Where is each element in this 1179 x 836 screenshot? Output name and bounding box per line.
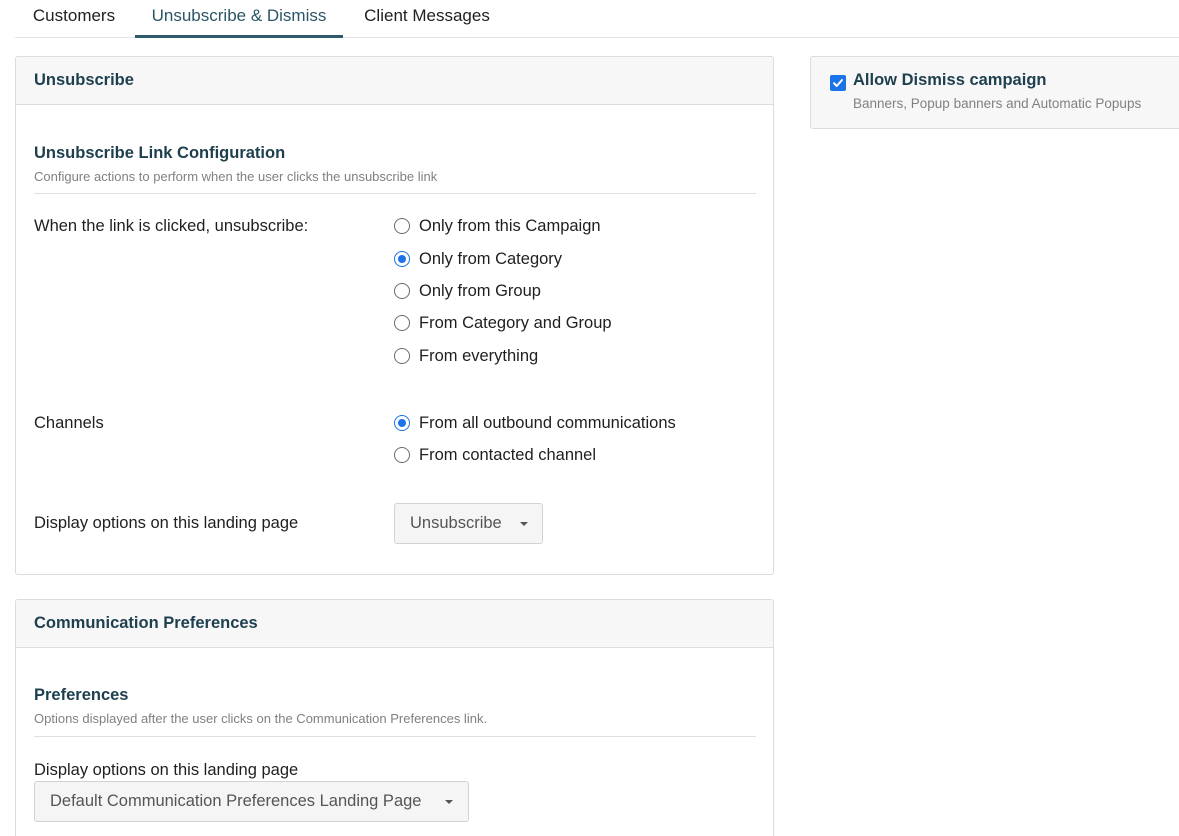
radio-label: From everything [419, 346, 539, 365]
radio-only-group[interactable]: Only from Group [394, 280, 541, 302]
tab-bar: Customers Unsubscribe & Dismiss Client M… [15, 0, 1179, 38]
link-clicked-label: When the link is clicked, unsubscribe: [34, 217, 309, 235]
radio-label: From all outbound communications [419, 413, 676, 432]
dropdown-value: Unsubscribe [410, 514, 502, 532]
radio-category-and-group[interactable]: From Category and Group [394, 312, 612, 334]
allow-dismiss-title: Allow Dismiss campaign [853, 71, 1047, 89]
communication-preferences-panel: Communication Preferences Preferences Op… [15, 599, 774, 836]
allow-dismiss-subtitle: Banners, Popup banners and Automatic Pop… [853, 96, 1142, 111]
section-divider [34, 193, 756, 194]
radio-button[interactable] [394, 218, 410, 234]
unsubscribe-display-dropdown[interactable]: Unsubscribe [394, 503, 543, 544]
unsubscribe-panel: Unsubscribe Unsubscribe Link Configurati… [15, 56, 774, 575]
allow-dismiss-checkbox[interactable] [830, 75, 846, 91]
channels-label: Channels [34, 414, 104, 432]
display-options-label: Display options on this landing page [34, 514, 299, 532]
radio-button[interactable] [394, 315, 410, 331]
tab-unsubscribe-dismiss[interactable]: Unsubscribe & Dismiss [135, 0, 343, 38]
checkmark-icon [833, 79, 843, 87]
dropdown-value: Default Communication Preferences Landin… [50, 792, 422, 810]
preferences-display-dropdown[interactable]: Default Communication Preferences Landin… [34, 781, 469, 822]
radio-button[interactable] [394, 348, 410, 364]
radio-label: Only from Group [419, 281, 541, 300]
radio-button-selected[interactable] [394, 415, 410, 431]
radio-button-selected[interactable] [394, 251, 410, 267]
chevron-down-icon [445, 800, 453, 804]
radio-label: Only from Category [419, 249, 563, 268]
radio-only-campaign[interactable]: Only from this Campaign [394, 215, 601, 237]
radio-button[interactable] [394, 447, 410, 463]
unsubscribe-link-config-title: Unsubscribe Link Configuration [34, 144, 286, 162]
unsubscribe-link-config-subtitle: Configure actions to perform when the us… [34, 169, 438, 184]
preferences-display-label: Display options on this landing page [34, 761, 299, 779]
radio-label: From Category and Group [419, 313, 612, 332]
radio-all-outbound[interactable]: From all outbound communications [394, 412, 676, 434]
unsubscribe-panel-header: Unsubscribe [16, 57, 773, 105]
radio-contacted-channel[interactable]: From contacted channel [394, 444, 596, 466]
section-divider [34, 736, 756, 737]
radio-only-category[interactable]: Only from Category [394, 248, 562, 270]
allow-dismiss-card: Allow Dismiss campaign Banners, Popup ba… [810, 56, 1179, 129]
radio-from-everything[interactable]: From everything [394, 345, 538, 367]
communication-preferences-header: Communication Preferences [16, 600, 773, 648]
radio-label: From contacted channel [419, 445, 597, 464]
radio-label: Only from this Campaign [419, 216, 601, 235]
preferences-subtitle: Options displayed after the user clicks … [34, 711, 488, 726]
chevron-down-icon [520, 522, 528, 526]
preferences-title: Preferences [34, 686, 129, 704]
tab-client-messages[interactable]: Client Messages [351, 0, 503, 38]
radio-button[interactable] [394, 283, 410, 299]
tab-customers[interactable]: Customers [15, 0, 133, 38]
